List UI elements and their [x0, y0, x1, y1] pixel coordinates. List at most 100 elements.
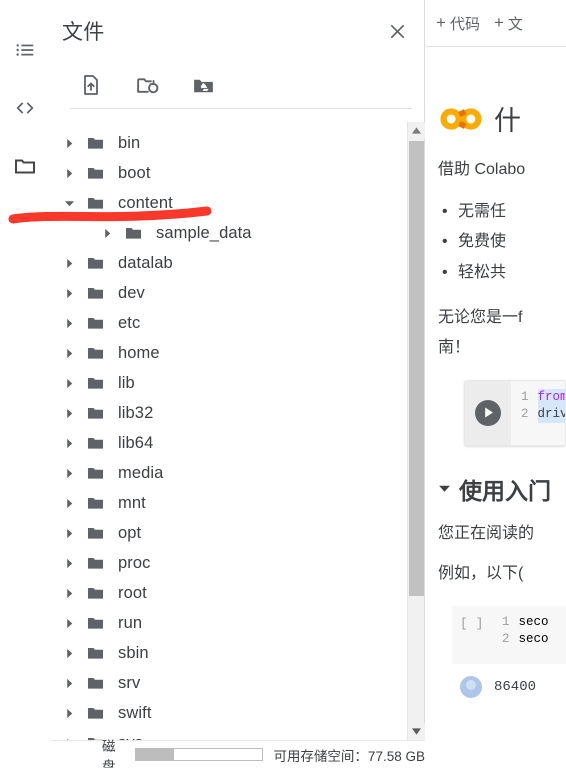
chevron-right-icon[interactable]: [56, 130, 82, 156]
file-tree-scroll-area[interactable]: bin boot content sample_datadatalab dev etc ho…: [50, 122, 425, 740]
disk-usage-fill: [136, 749, 175, 760]
run-cell-button[interactable]: [465, 380, 511, 445]
chevron-right-icon[interactable]: [56, 550, 82, 576]
scroll-up-arrow-icon[interactable]: [408, 122, 425, 139]
chevron-right-icon[interactable]: [56, 340, 82, 366]
folder-icon: [82, 370, 108, 396]
chevron-right-icon[interactable]: [56, 430, 82, 456]
tree-row-boot[interactable]: boot: [50, 158, 405, 188]
folder-icon: [82, 550, 108, 576]
tree-row-opt[interactable]: opt: [50, 518, 405, 548]
file-tree-scrollbar[interactable]: [407, 122, 425, 740]
line-number: 1: [521, 389, 529, 404]
intro-paragraph: 借助 Colabo: [438, 161, 526, 178]
tree-node-label: lib: [118, 373, 135, 392]
add-text-label: 文: [507, 15, 523, 33]
tree-row-srv[interactable]: srv: [50, 668, 405, 698]
notebook-heading-2[interactable]: 使用入门: [438, 472, 566, 506]
heading-2-text: 使用入门: [459, 477, 551, 504]
tree-row-datalab[interactable]: datalab: [50, 248, 405, 278]
tree-node-label: root: [118, 583, 147, 602]
tree-row-sbin[interactable]: sbin: [50, 638, 405, 668]
left-icon-rail: [0, 0, 50, 768]
tree-row-sample_data[interactable]: sample_data: [50, 218, 405, 248]
google-drive-icon[interactable]: [182, 66, 224, 104]
tree-row-swift[interactable]: swift: [50, 698, 405, 728]
tree-row-run[interactable]: run: [50, 608, 405, 638]
add-code-label: 代码: [449, 15, 480, 33]
feature-bullet-list: 无需任免费使轻松共: [438, 197, 566, 289]
tree-row-home[interactable]: home: [50, 338, 405, 368]
chevron-right-icon[interactable]: [56, 280, 82, 306]
chevron-right-icon[interactable]: [56, 490, 82, 516]
tree-row-proc[interactable]: proc: [50, 548, 405, 578]
code-cell-drive-mount[interactable]: 1 from 2 driv: [464, 379, 566, 446]
code-cell-2-lines: 1 seco 2 seco: [492, 606, 549, 664]
code-token: from: [537, 388, 566, 406]
tree-row-mnt[interactable]: mnt: [50, 488, 405, 518]
line-number: 1: [502, 614, 510, 629]
tree-row-lib64[interactable]: lib64: [50, 428, 405, 458]
files-folder-icon[interactable]: [5, 146, 45, 186]
tree-node-label: srv: [118, 673, 141, 692]
tree-node-label: swift: [118, 703, 152, 722]
tree-node-label: content: [118, 193, 173, 212]
chevron-right-icon[interactable]: [56, 640, 82, 666]
colab-window: 文件 bin boot content sample_data datalab …: [0, 0, 566, 768]
tree-node-label: home: [118, 343, 160, 362]
paragraph-line-1: 无论您是一f: [438, 308, 523, 326]
code-snippets-icon[interactable]: [5, 88, 45, 128]
chevron-right-icon[interactable]: [56, 310, 82, 336]
code-cell-seconds[interactable]: [ ] 1 seco 2 seco: [452, 605, 566, 664]
feature-bullet: 无需任: [438, 197, 566, 228]
chevron-right-icon[interactable]: [56, 160, 82, 186]
chevron-right-icon[interactable]: [56, 610, 82, 636]
files-toolbar: [50, 62, 424, 108]
chevron-right-icon[interactable]: [56, 460, 82, 486]
folder-icon: [82, 250, 108, 276]
chevron-right-icon[interactable]: [56, 520, 82, 546]
tree-row-dev[interactable]: dev: [50, 278, 405, 308]
chevron-right-icon[interactable]: [56, 250, 82, 276]
chevron-right-icon[interactable]: [56, 700, 82, 726]
chevron-right-icon[interactable]: [56, 670, 82, 696]
tree-node-label: dev: [118, 283, 145, 302]
scrollbar-thumb[interactable]: [409, 141, 424, 596]
tree-row-root[interactable]: root: [50, 578, 405, 608]
folder-icon: [82, 280, 108, 306]
upload-file-icon[interactable]: [70, 66, 112, 104]
close-icon[interactable]: [380, 14, 414, 48]
files-panel-header: 文件: [50, 0, 424, 62]
tree-node-label: lib64: [118, 433, 154, 452]
tree-node-label: datalab: [118, 253, 173, 272]
chevron-right-icon[interactable]: [94, 220, 120, 246]
add-code-cell-button[interactable]: + 代码: [436, 13, 480, 34]
collapse-chevron-down-icon[interactable]: [438, 482, 451, 495]
notebook-toolbar: + 代码 + 文: [426, 0, 566, 47]
table-of-contents-icon[interactable]: [5, 30, 45, 70]
cell-output-row: 86400: [460, 675, 566, 698]
chevron-down-icon[interactable]: [56, 190, 82, 216]
output-avatar-icon: [460, 675, 482, 698]
line-number: 2: [521, 406, 529, 421]
play-icon: [475, 399, 501, 426]
scroll-down-arrow-icon[interactable]: [408, 723, 425, 740]
notebook-heading-1: 什: [438, 99, 566, 138]
chevron-right-icon[interactable]: [56, 400, 82, 426]
refresh-folder-icon[interactable]: [126, 66, 168, 104]
tree-row-lib32[interactable]: lib32: [50, 398, 405, 428]
tree-row-etc[interactable]: etc: [50, 308, 405, 338]
disk-status-bar: 磁盘 可用存储空间：77.58 GB: [50, 739, 425, 768]
tree-row-content[interactable]: content: [50, 188, 405, 218]
folder-icon: [82, 610, 108, 636]
add-text-cell-button[interactable]: + 文: [494, 13, 523, 34]
chevron-right-icon[interactable]: [56, 370, 82, 396]
folder-icon: [82, 130, 108, 156]
tree-row-media[interactable]: media: [50, 458, 405, 488]
cell-execution-prompt: [ ]: [460, 615, 484, 631]
chevron-right-icon[interactable]: [56, 580, 82, 606]
tree-node-label: boot: [118, 163, 151, 182]
tree-row-bin[interactable]: bin: [50, 128, 405, 158]
tree-row-lib[interactable]: lib: [50, 368, 405, 398]
chevron-right-icon[interactable]: [56, 730, 82, 740]
